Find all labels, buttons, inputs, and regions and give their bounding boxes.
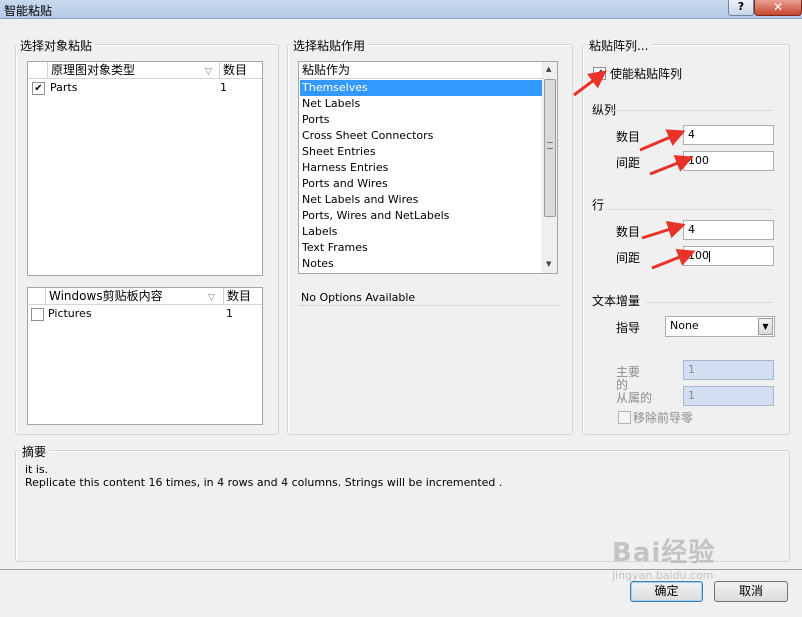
table-row[interactable]: Pictures 1 <box>28 306 262 322</box>
schematic-objects-list[interactable]: 原理图对象类型 ▽ 数目 ✔ Parts 1 <box>27 61 263 276</box>
table-row[interactable]: ✔ Parts 1 <box>28 80 262 96</box>
rows-spacing-label: 间距 <box>616 251 641 265</box>
clipboard-list-header: Windows剪贴板内容 ▽ 数目 <box>28 288 262 305</box>
text-increment-title: 文本增量 <box>592 294 641 308</box>
paste-as-item[interactable]: Net Labels and Wires <box>300 192 542 208</box>
row-checkbox[interactable]: ✔ <box>32 82 45 95</box>
paste-as-list[interactable]: 粘贴作为 Themselves Net Labels Ports Cross Shee… <box>298 61 558 274</box>
paste-objects-title: 选择对象粘贴 <box>17 37 96 54</box>
paste-as-item[interactable]: Text Frames <box>300 240 542 256</box>
options-separator <box>298 305 560 306</box>
summary-title: 摘要 <box>19 443 50 460</box>
sort-icon: ▽ <box>205 67 212 77</box>
paste-as-item[interactable]: Harness Entries <box>300 160 542 176</box>
columns-spacing-label: 间距 <box>616 156 641 170</box>
row-name: Parts <box>50 81 78 94</box>
grip-icon <box>547 142 553 149</box>
chevron-down-icon[interactable]: ▼ <box>758 318 773 335</box>
paste-as-header-label: 粘贴作为 <box>302 63 351 77</box>
paste-as-item[interactable]: Sheet Entries <box>300 144 542 160</box>
schematic-list-header: 原理图对象类型 ▽ 数目 <box>28 62 262 79</box>
close-button[interactable]: ✕ <box>754 0 802 16</box>
paste-as-item[interactable]: Themselves <box>300 80 542 96</box>
secondary-input: 1 <box>683 386 774 406</box>
options-text: No Options Available <box>301 291 416 304</box>
paste-as-item[interactable]: Labels <box>300 224 542 240</box>
rows-section-title: 行 <box>592 198 605 212</box>
text-increment-separator <box>646 302 772 303</box>
primary-input: 1 <box>683 360 774 380</box>
remove-zeros-checkbox <box>618 411 631 424</box>
paste-as-item[interactable]: Ports and Wires <box>300 176 542 192</box>
column-header-clipboard[interactable]: Windows剪贴板内容 ▽ <box>46 288 224 304</box>
sort-icon: ▽ <box>208 293 215 303</box>
row-count: 1 <box>220 81 227 94</box>
text-cursor <box>709 250 710 262</box>
paste-as-header: 粘贴作为 <box>299 62 544 79</box>
enable-array-checkbox[interactable]: ✔ <box>593 67 606 80</box>
watermark-logo-text: Bai经验 <box>612 538 716 568</box>
window-title: 智能粘贴 <box>4 4 53 18</box>
ok-button[interactable]: 确定 <box>630 581 703 602</box>
columns-count-input[interactable]: 4 <box>683 125 774 145</box>
column-header-type[interactable]: 原理图对象类型 ▽ <box>48 62 220 78</box>
clipboard-contents-list[interactable]: Windows剪贴板内容 ▽ 数目 Pictures 1 <box>27 287 263 425</box>
scrollbar[interactable]: ▲ ▼ <box>542 62 557 273</box>
rows-count-label: 数目 <box>616 225 641 239</box>
rows-separator <box>606 209 772 210</box>
direction-value: None <box>670 319 699 332</box>
paste-as-item[interactable]: Net Labels <box>300 96 542 112</box>
rows-spacing-value: 100 <box>688 249 709 262</box>
watermark-url: jingyan.baidu.com <box>612 569 714 582</box>
paste-as-item[interactable]: Cross Sheet Connectors <box>300 128 542 144</box>
columns-separator <box>612 110 772 111</box>
direction-select[interactable]: None ▼ <box>665 316 775 337</box>
column-header-count[interactable]: 数目 <box>224 288 262 304</box>
paste-action-title: 选择粘贴作用 <box>290 37 369 54</box>
paste-as-item[interactable]: Ports, Wires and NetLabels <box>300 208 542 224</box>
scroll-up-icon[interactable]: ▲ <box>546 65 551 73</box>
columns-count-label: 数目 <box>616 130 641 144</box>
rows-spacing-input[interactable]: 100 <box>683 246 774 266</box>
secondary-label-line2: 从属的 <box>616 391 653 405</box>
title-bar: 智能粘贴 ? ✕ <box>0 0 802 19</box>
row-name: Pictures <box>48 307 92 320</box>
paste-array-title: 粘贴阵列... <box>586 37 652 54</box>
summary-line-1: it is. <box>25 463 49 476</box>
summary-line-2: Replicate this content 16 times, in 4 ro… <box>25 476 503 489</box>
remove-zeros-label: 移除前导零 <box>633 411 694 425</box>
column-header-count[interactable]: 数目 <box>220 62 262 78</box>
rows-count-input[interactable]: 4 <box>683 220 774 240</box>
paste-as-item[interactable]: Notes <box>300 256 542 272</box>
paste-as-item[interactable]: Ports <box>300 112 542 128</box>
row-checkbox[interactable] <box>31 308 44 321</box>
columns-spacing-input[interactable]: 100 <box>683 151 774 171</box>
cancel-button[interactable]: 取消 <box>714 581 788 602</box>
scroll-down-icon[interactable]: ▼ <box>546 260 551 268</box>
paste-as-items: Themselves Net Labels Ports Cross Sheet Con… <box>299 80 543 272</box>
row-count: 1 <box>226 307 233 320</box>
enable-array-label[interactable]: 使能粘贴阵列 <box>610 65 682 82</box>
scroll-thumb[interactable] <box>544 79 556 217</box>
help-button[interactable]: ? <box>728 0 754 16</box>
direction-label: 指导 <box>616 321 641 335</box>
baidu-watermark: Bai经验 jingyan.baidu.com <box>612 532 715 582</box>
